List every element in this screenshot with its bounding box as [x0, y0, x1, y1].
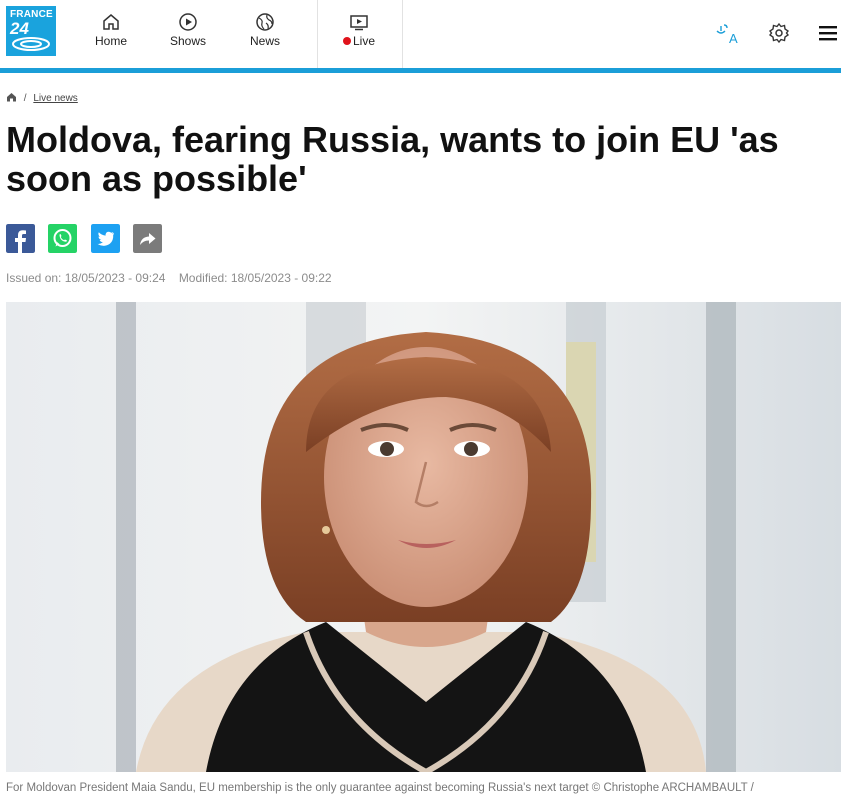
modified-date: Modified: 18/05/2023 - 09:22 — [178, 271, 332, 285]
nav-divider — [317, 0, 318, 68]
globe-icon — [256, 13, 274, 31]
nav-divider — [402, 0, 403, 68]
logo-waves-icon — [12, 37, 50, 51]
france24-logo[interactable]: FRANCE 24 — [6, 6, 56, 56]
tv-live-icon — [350, 15, 368, 31]
menu-hamburger-icon[interactable] — [818, 24, 838, 42]
whatsapp-icon[interactable] — [48, 224, 77, 253]
play-circle-icon — [179, 13, 197, 31]
article-headline: Moldova, fearing Russia, wants to join E… — [6, 119, 779, 199]
breadcrumb: / Live news — [6, 92, 78, 104]
breadcrumb-live-news-link[interactable]: Live news — [33, 93, 77, 104]
nav-home-label: Home — [94, 34, 127, 48]
home-icon[interactable] — [6, 92, 17, 102]
svg-text:A: A — [729, 31, 738, 46]
share-icon[interactable] — [133, 224, 162, 253]
header-accent-bar — [0, 68, 841, 73]
translate-icon[interactable]: A — [715, 22, 741, 46]
live-indicator-dot — [342, 37, 351, 45]
nav-home[interactable]: Home — [76, 12, 146, 48]
nav-news[interactable]: News — [230, 12, 300, 48]
nav-news-label: News — [249, 34, 280, 48]
facebook-icon[interactable] — [6, 224, 35, 253]
settings-gear-icon[interactable] — [768, 22, 790, 44]
nav-live-label: Live — [352, 34, 375, 48]
nav-live[interactable]: Live — [324, 12, 394, 48]
nav-shows-label: Shows — [169, 34, 207, 48]
issued-date: Issued on: 18/05/2023 - 09:24 — [6, 271, 166, 285]
nav-shows[interactable]: Shows — [153, 12, 223, 48]
home-icon — [103, 14, 119, 30]
portrait-photo-image — [6, 302, 841, 772]
article-photo — [6, 302, 841, 772]
twitter-icon[interactable] — [91, 224, 120, 253]
site-header: FRANCE 24 Home Shows News Live A — [0, 0, 841, 68]
breadcrumb-separator: / — [23, 93, 27, 104]
article-dates: Issued on: 18/05/2023 - 09:24 Modified: … — [6, 271, 342, 285]
photo-caption: For Moldovan President Maia Sandu, EU me… — [6, 782, 754, 794]
